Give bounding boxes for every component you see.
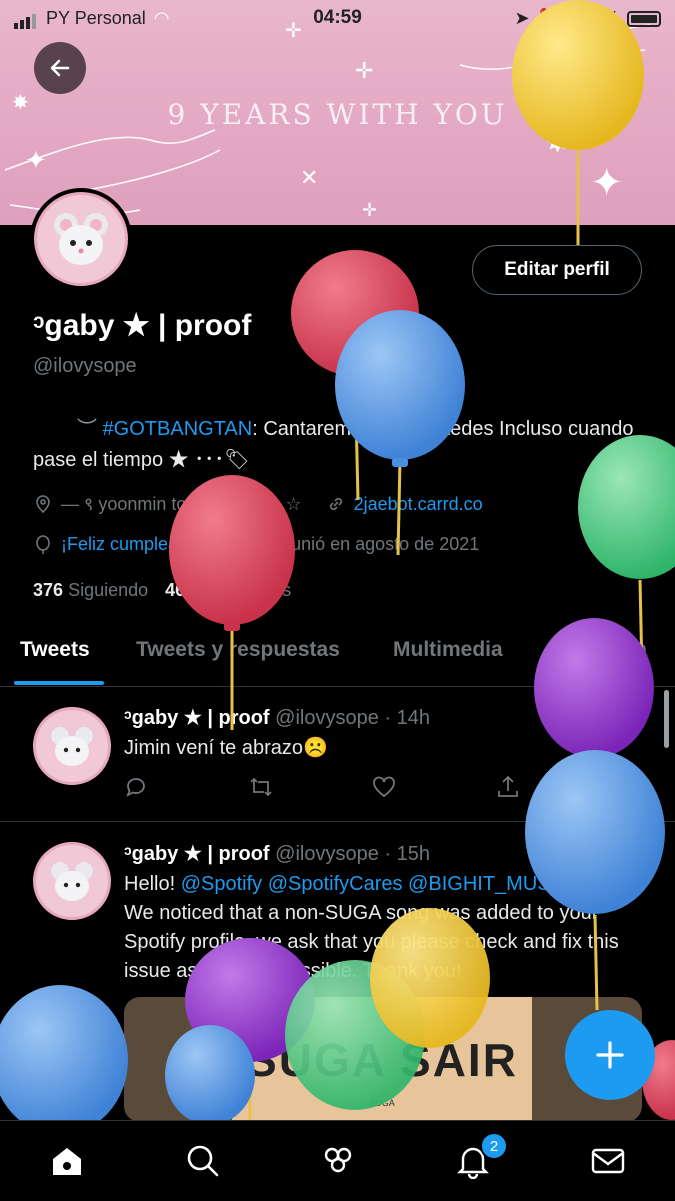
tweet-time: · 14h <box>384 707 430 729</box>
home-icon <box>53 1148 81 1175</box>
search-icon <box>604 56 628 80</box>
profile-meta-row-1: — ९ yoonmin tony montana ☆ 2jaebot.carrd… <box>33 492 483 516</box>
tweet-header: ᵓgaby ★ | proof @ilovysope · 14h <box>124 705 430 730</box>
mouse-avatar-icon <box>54 213 108 265</box>
edit-profile-button[interactable]: Editar perfil <box>472 245 642 295</box>
location-icon <box>36 495 50 514</box>
retweet-icon[interactable] <box>248 774 274 800</box>
profile-joined-date: Se unió en agosto de 2021 <box>264 534 480 554</box>
tweet-author-name: ᵓgaby ★ | proof <box>124 843 270 865</box>
search-icon <box>187 1145 219 1177</box>
nav-home[interactable] <box>49 1143 85 1179</box>
tab-media[interactable]: Multimedia <box>393 638 503 662</box>
tab-tweets[interactable]: Tweets <box>20 638 90 662</box>
tweet-avatar[interactable] <box>33 842 111 920</box>
profile-location: — ९ yoonmin tony montana ☆ <box>61 494 302 514</box>
profile-birthday[interactable]: ¡Feliz cumpleaños! <box>61 534 212 555</box>
mouse-avatar-icon <box>51 862 93 901</box>
tab-tweets-and-replies[interactable]: Tweets y respuestas <box>136 638 340 662</box>
notification-badge: 2 <box>480 1132 508 1160</box>
tweet-mentions[interactable]: @Spotify @SpotifyCares @BIGHIT_MUSIC <box>181 873 571 895</box>
nav-search[interactable] <box>185 1143 221 1179</box>
back-button[interactable] <box>34 42 86 94</box>
tweet[interactable]: ᵓgaby ★ | proof @ilovysope · 14h ··· Jim… <box>0 687 675 822</box>
tweet-author-handle: @ilovysope <box>275 707 379 729</box>
tweet-text: Jimin vení te abrazo☹️ <box>124 737 328 759</box>
mail-icon <box>591 1148 625 1174</box>
more-options-icon[interactable]: ··· <box>615 837 637 863</box>
tweet-header: ᵓgaby ★ | proof @ilovysope · 15h <box>124 841 430 866</box>
bottom-navigation <box>0 1120 675 1201</box>
sparkle-icon: ✦ <box>590 161 624 205</box>
like-icon[interactable] <box>371 774 397 800</box>
analytics-icon[interactable] <box>618 774 644 800</box>
link-icon <box>329 497 342 511</box>
balloon-icon <box>36 534 50 554</box>
mouse-avatar-icon <box>51 727 93 766</box>
scrollbar[interactable] <box>664 690 669 748</box>
status-bar: PY Personal ◠ 04:59 ➤ ⏰ 100 % <box>0 0 675 36</box>
media-cover: SUGA SAIR SUGA <box>232 997 532 1122</box>
profile-handle: @ilovysope <box>33 355 137 377</box>
media-title: SUGA SAIR <box>246 1033 518 1086</box>
profile-display-name: ᵓgaby ★ | proof <box>33 309 252 342</box>
profile-tabs: Tweets Tweets y respuestas Multimedia Me… <box>0 628 675 687</box>
bio-prefix: ︶ <box>77 418 97 440</box>
search-button[interactable] <box>590 42 642 94</box>
followers-link[interactable]: 460 Seguidores <box>165 580 291 600</box>
location-arrow-icon: ➤ <box>514 8 530 28</box>
reply-icon[interactable] <box>124 774 150 800</box>
media-subtitle: SUGA <box>369 1098 395 1108</box>
tweet-actions <box>124 774 644 800</box>
following-link[interactable]: 376 Siguiendo <box>33 580 148 600</box>
tweet-avatar[interactable] <box>33 707 111 785</box>
follow-stats: 376 Siguiendo 460 Seguidores <box>33 580 291 601</box>
tweet-text-body: We noticed that a non-SUGA song was adde… <box>124 902 619 982</box>
profile-bio: ︶ #GOTBANGTAN: Cantaremos para ustedes I… <box>33 414 643 476</box>
communities-icon <box>324 1147 352 1173</box>
profile-meta-row-2: ¡Feliz cumpleaños! Se unió en agosto de … <box>33 534 479 555</box>
compose-tweet-button[interactable] <box>565 1010 655 1100</box>
tweet-text: Hello! @Spotify @SpotifyCares @BIGHIT_MU… <box>124 870 644 986</box>
sparkle-icon: ✕ <box>300 165 319 190</box>
nav-communities[interactable] <box>320 1143 356 1179</box>
alarm-icon: ⏰ <box>537 8 560 28</box>
tweet-text-intro: Hello! <box>124 873 181 895</box>
battery-icon <box>627 10 661 27</box>
tweet-author-name: ᵓgaby ★ | proof <box>124 707 270 729</box>
tweet-time: · 15h <box>384 843 430 865</box>
nav-messages[interactable] <box>590 1143 626 1179</box>
more-options-icon[interactable]: ··· <box>615 701 637 727</box>
active-tab-indicator <box>14 681 104 685</box>
battery-percent: 100 % <box>567 8 619 28</box>
sparkle-icon: ✛ <box>355 58 374 83</box>
compose-icon <box>596 1041 624 1069</box>
calendar-icon <box>237 536 255 554</box>
tweet-author-handle: @ilovysope <box>275 843 379 865</box>
tab-likes[interactable]: Me gusta <box>556 638 647 662</box>
profile-website-link[interactable]: 2jaebot.carrd.co <box>354 494 483 515</box>
profile-avatar[interactable] <box>30 188 132 290</box>
share-icon[interactable] <box>495 774 521 800</box>
back-arrow-icon <box>50 59 70 77</box>
sparkle-icon: ✸ <box>545 126 571 159</box>
bio-hashtag-link[interactable]: #GOTBANGTAN <box>103 418 253 440</box>
sparkle-icon: ✛ <box>362 200 378 220</box>
